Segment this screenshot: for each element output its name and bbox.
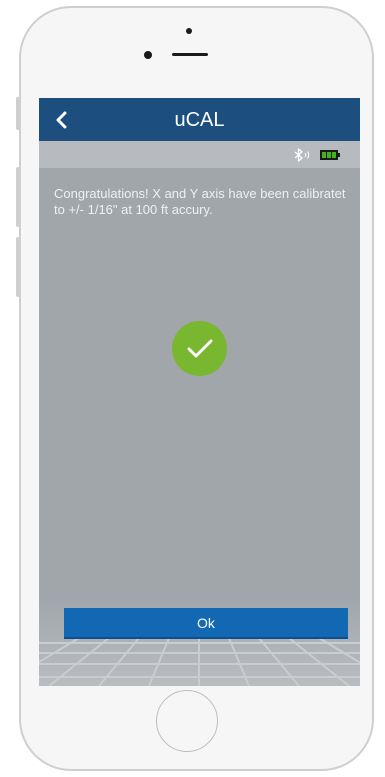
checkmark-icon [187, 339, 212, 357]
bluetooth-icon [294, 148, 310, 162]
back-button[interactable] [49, 106, 73, 134]
calibration-message: Congratulations! X and Y axis have been … [54, 186, 346, 217]
success-badge [172, 321, 227, 376]
page-title: uCAL [174, 109, 225, 131]
ok-button[interactable]: Ok [64, 608, 348, 639]
home-button[interactable] [156, 690, 218, 752]
app-screen: uCAL Congratulations! X and Y axis have … [39, 98, 360, 686]
battery-icon [320, 150, 340, 160]
camera-dot [186, 28, 192, 34]
chevron-left-icon [56, 111, 67, 129]
front-camera [144, 51, 152, 59]
app-header: uCAL [39, 98, 360, 141]
status-bar [39, 141, 360, 168]
earpiece-speaker [172, 53, 208, 56]
